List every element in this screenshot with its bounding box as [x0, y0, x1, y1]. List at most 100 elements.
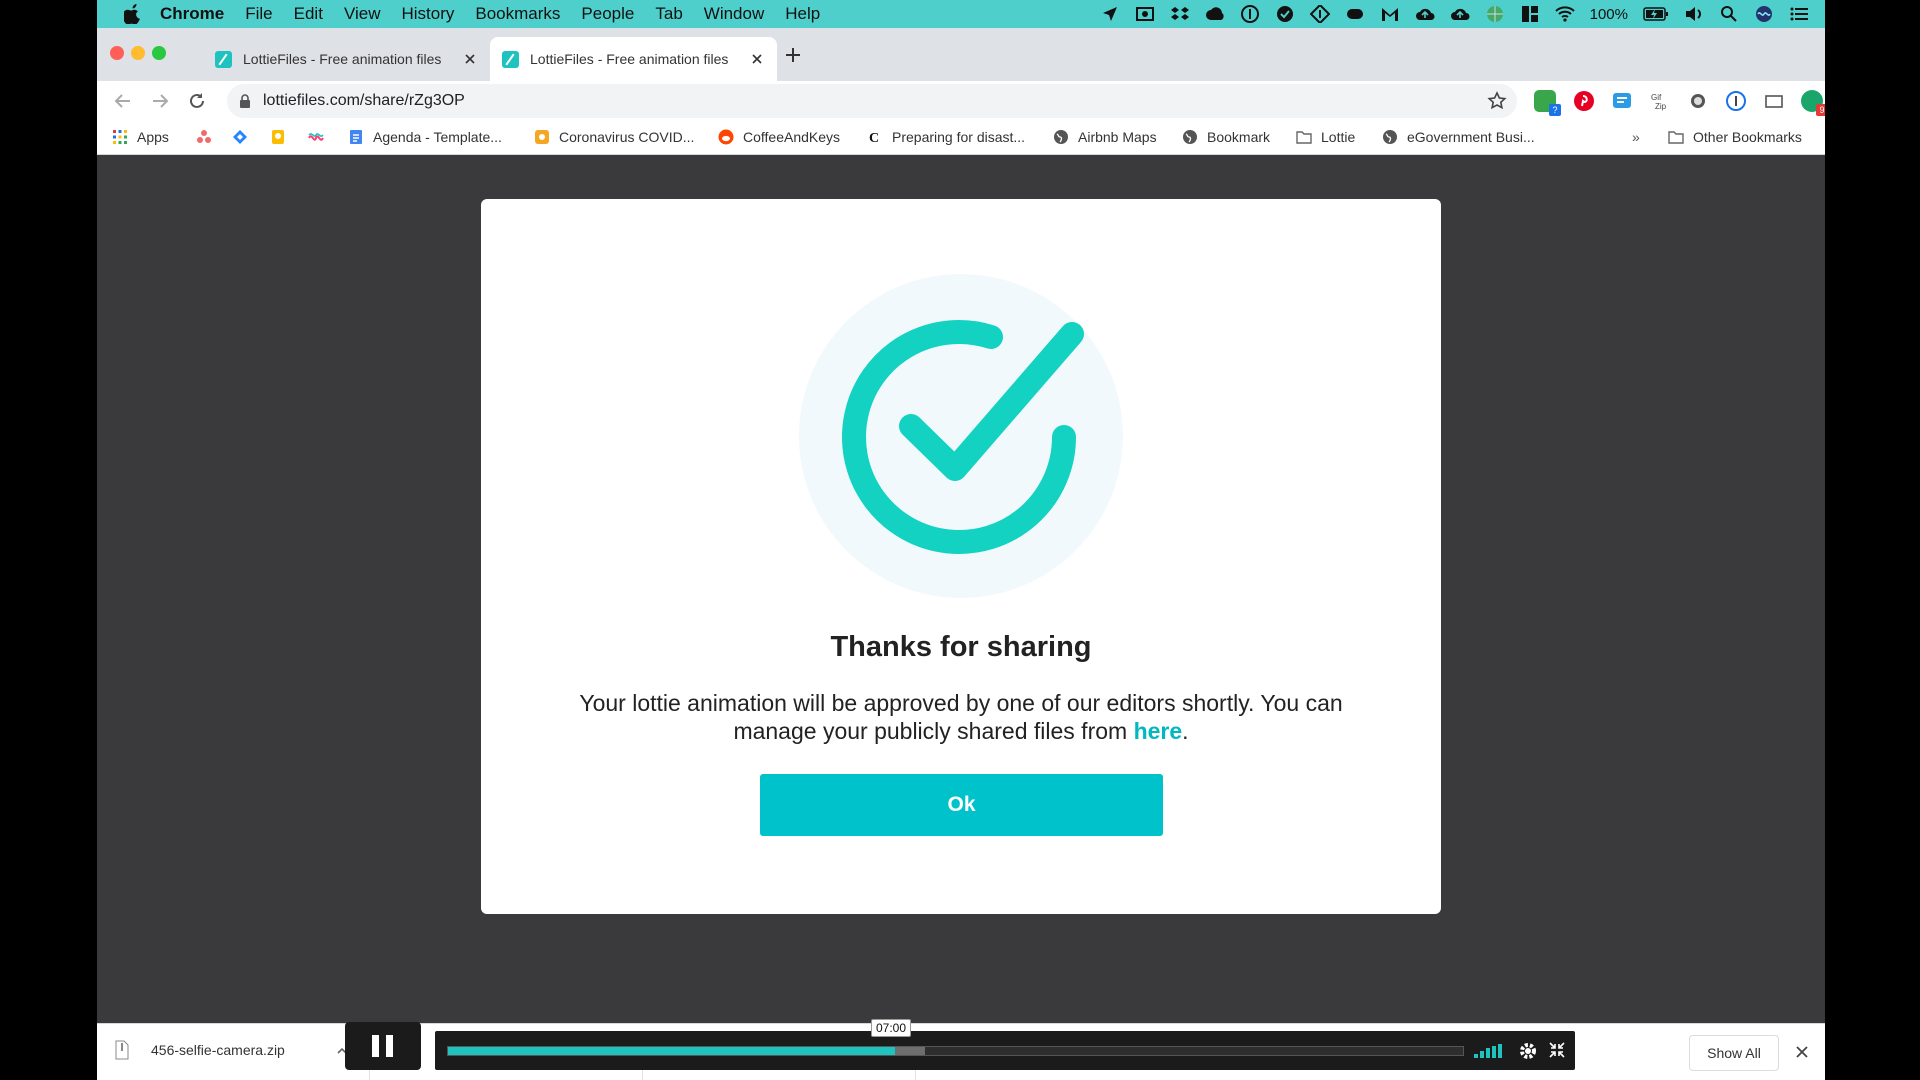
new-tab-plus-icon[interactable] — [782, 44, 804, 66]
bookmark-label: Coronavirus COVID... — [559, 129, 695, 145]
bookmark-egovernment[interactable]: eGovernment Busi... — [1382, 129, 1535, 145]
menu-help[interactable]: Help — [785, 4, 820, 24]
page-content: Thanks for sharing Your lottie animation… — [97, 161, 1825, 1023]
siri-icon[interactable] — [1754, 5, 1774, 23]
onepassword-extension-icon[interactable] — [1725, 90, 1747, 112]
status-icons: 100% — [1100, 0, 1809, 28]
bookmark-label: CoffeeAndKeys — [743, 129, 841, 145]
menu-edit[interactable]: Edit — [294, 4, 323, 24]
asana-icon — [197, 130, 211, 143]
bookmark-apps[interactable]: Apps — [112, 129, 169, 145]
pause-icon — [372, 1035, 379, 1057]
cloud-upload-icon[interactable] — [1415, 5, 1435, 23]
seek-bar[interactable] — [447, 1046, 1464, 1056]
cloud-sync-icon[interactable] — [1450, 5, 1470, 23]
share-success-modal: Thanks for sharing Your lottie animation… — [481, 199, 1441, 914]
gif-zip-icon[interactable]: GifZip — [1649, 90, 1671, 112]
maximize-window-button[interactable] — [152, 46, 166, 60]
spotlight-search-icon[interactable] — [1719, 5, 1739, 23]
menu-window[interactable]: Window — [704, 4, 764, 24]
bookmark-keep[interactable] — [270, 129, 286, 145]
bookmark-label: eGovernment Busi... — [1407, 129, 1535, 145]
bookmark-label: Bookmark — [1207, 129, 1271, 145]
menu-bookmarks[interactable]: Bookmarks — [475, 4, 560, 24]
close-tab-icon[interactable] — [749, 51, 765, 67]
ok-button[interactable]: Ok — [760, 774, 1163, 836]
pinterest-icon[interactable] — [1573, 90, 1595, 112]
nyt-icon: C — [869, 131, 879, 145]
globe-icon — [1054, 130, 1068, 144]
bookmarks-overflow-chevron[interactable]: » — [1632, 129, 1640, 145]
notification-center-icon[interactable] — [1789, 5, 1809, 23]
settings-gear-icon[interactable] — [1518, 1041, 1538, 1061]
onepassword-icon[interactable] — [1240, 5, 1260, 23]
grammarly-icon[interactable]: 9 — [1801, 90, 1825, 116]
lock-icon[interactable] — [239, 94, 251, 108]
menu-people[interactable]: People — [581, 4, 634, 24]
dropbox-icon[interactable] — [1170, 5, 1190, 23]
bookmark-coffeeandkeys[interactable]: CoffeeAndKeys — [718, 129, 840, 145]
modal-title: Thanks for sharing — [830, 631, 1092, 663]
wave-icon — [308, 133, 324, 141]
bookmark-label: Other Bookmarks — [1693, 129, 1802, 145]
lottiefiles-favicon — [215, 50, 232, 68]
bookmark-coronavirus[interactable]: Coronavirus COVID... — [534, 129, 694, 145]
minimize-window-button[interactable] — [131, 46, 145, 60]
reload-icon[interactable] — [186, 90, 208, 112]
volume-icon[interactable] — [1684, 5, 1704, 23]
coronavirus-icon — [535, 130, 549, 144]
show-all-button[interactable]: Show All — [1689, 1035, 1779, 1071]
bookmark-agenda[interactable]: Agenda - Template... — [348, 129, 502, 145]
pause-button[interactable] — [345, 1022, 421, 1070]
diamond-icon[interactable] — [1309, 5, 1330, 23]
bookmark-wave[interactable] — [308, 129, 324, 145]
grid-layout-icon[interactable] — [1520, 5, 1540, 23]
location-arrow-icon[interactable] — [1100, 5, 1120, 23]
globe-menu-icon[interactable] — [1485, 5, 1505, 23]
extension-green-icon[interactable]: ? — [1534, 90, 1561, 116]
bookmark-bookmark[interactable]: Bookmark — [1182, 129, 1270, 145]
circle-extension-icon[interactable] — [1687, 90, 1709, 112]
forward-arrow-icon[interactable] — [149, 90, 171, 112]
url-text[interactable]: lottiefiles.com/share/rZg3OP — [263, 92, 465, 110]
bookmark-jira[interactable] — [232, 129, 248, 145]
menu-app-name[interactable]: Chrome — [160, 4, 224, 24]
close-tab-icon[interactable] — [462, 51, 478, 67]
bookmark-star-icon[interactable] — [1487, 91, 1507, 111]
back-arrow-icon[interactable] — [112, 90, 134, 112]
menu-view[interactable]: View — [344, 4, 381, 24]
creative-cloud-icon[interactable] — [1205, 5, 1225, 23]
wifi-icon[interactable] — [1554, 5, 1575, 23]
check-circle-icon[interactable] — [1275, 5, 1295, 23]
bookmark-lottie-folder[interactable]: Lottie — [1296, 129, 1355, 145]
bookmark-preparing[interactable]: C Preparing for disast... — [867, 129, 1025, 145]
menu-tab[interactable]: Tab — [655, 4, 682, 24]
globe-icon — [1383, 130, 1397, 144]
tab-lottiefiles-1[interactable]: LottieFiles - Free animation files — [203, 37, 490, 81]
address-bar[interactable]: lottiefiles.com/share/rZg3OP — [227, 84, 1517, 118]
tab-lottiefiles-2[interactable]: LottieFiles - Free animation files — [490, 37, 777, 81]
download-item[interactable]: 456-selfie-camera.zip — [115, 1040, 285, 1060]
gmail-icon[interactable] — [1380, 5, 1400, 23]
volume-bars-icon[interactable] — [1474, 1044, 1504, 1058]
zip-file-icon — [115, 1040, 129, 1060]
cast-icon[interactable] — [1763, 90, 1785, 112]
bookmark-asana[interactable] — [196, 129, 212, 145]
bookmark-airbnb-maps[interactable]: Airbnb Maps — [1053, 129, 1157, 145]
other-bookmarks-folder[interactable]: Other Bookmarks — [1668, 129, 1802, 145]
tab-title: LottieFiles - Free animation files — [530, 51, 729, 67]
exit-fullscreen-icon[interactable] — [1549, 1042, 1565, 1058]
menu-file[interactable]: File — [245, 4, 272, 24]
toggle-icon[interactable] — [1345, 5, 1365, 23]
menu-history[interactable]: History — [401, 4, 454, 24]
apple-icon[interactable] — [124, 4, 142, 24]
close-shelf-icon[interactable] — [1795, 1045, 1809, 1059]
played-range — [448, 1047, 895, 1055]
browser-toolbar: lottiefiles.com/share/rZg3OP ? Gif Zip 9 — [97, 81, 1825, 121]
screen-record-icon[interactable] — [1135, 5, 1155, 23]
shield-extension-icon[interactable] — [1611, 90, 1633, 112]
manage-files-link[interactable]: here — [1134, 718, 1183, 744]
close-window-button[interactable] — [110, 46, 124, 60]
battery-charging-icon[interactable] — [1643, 5, 1669, 23]
lottiefiles-favicon — [502, 50, 519, 68]
